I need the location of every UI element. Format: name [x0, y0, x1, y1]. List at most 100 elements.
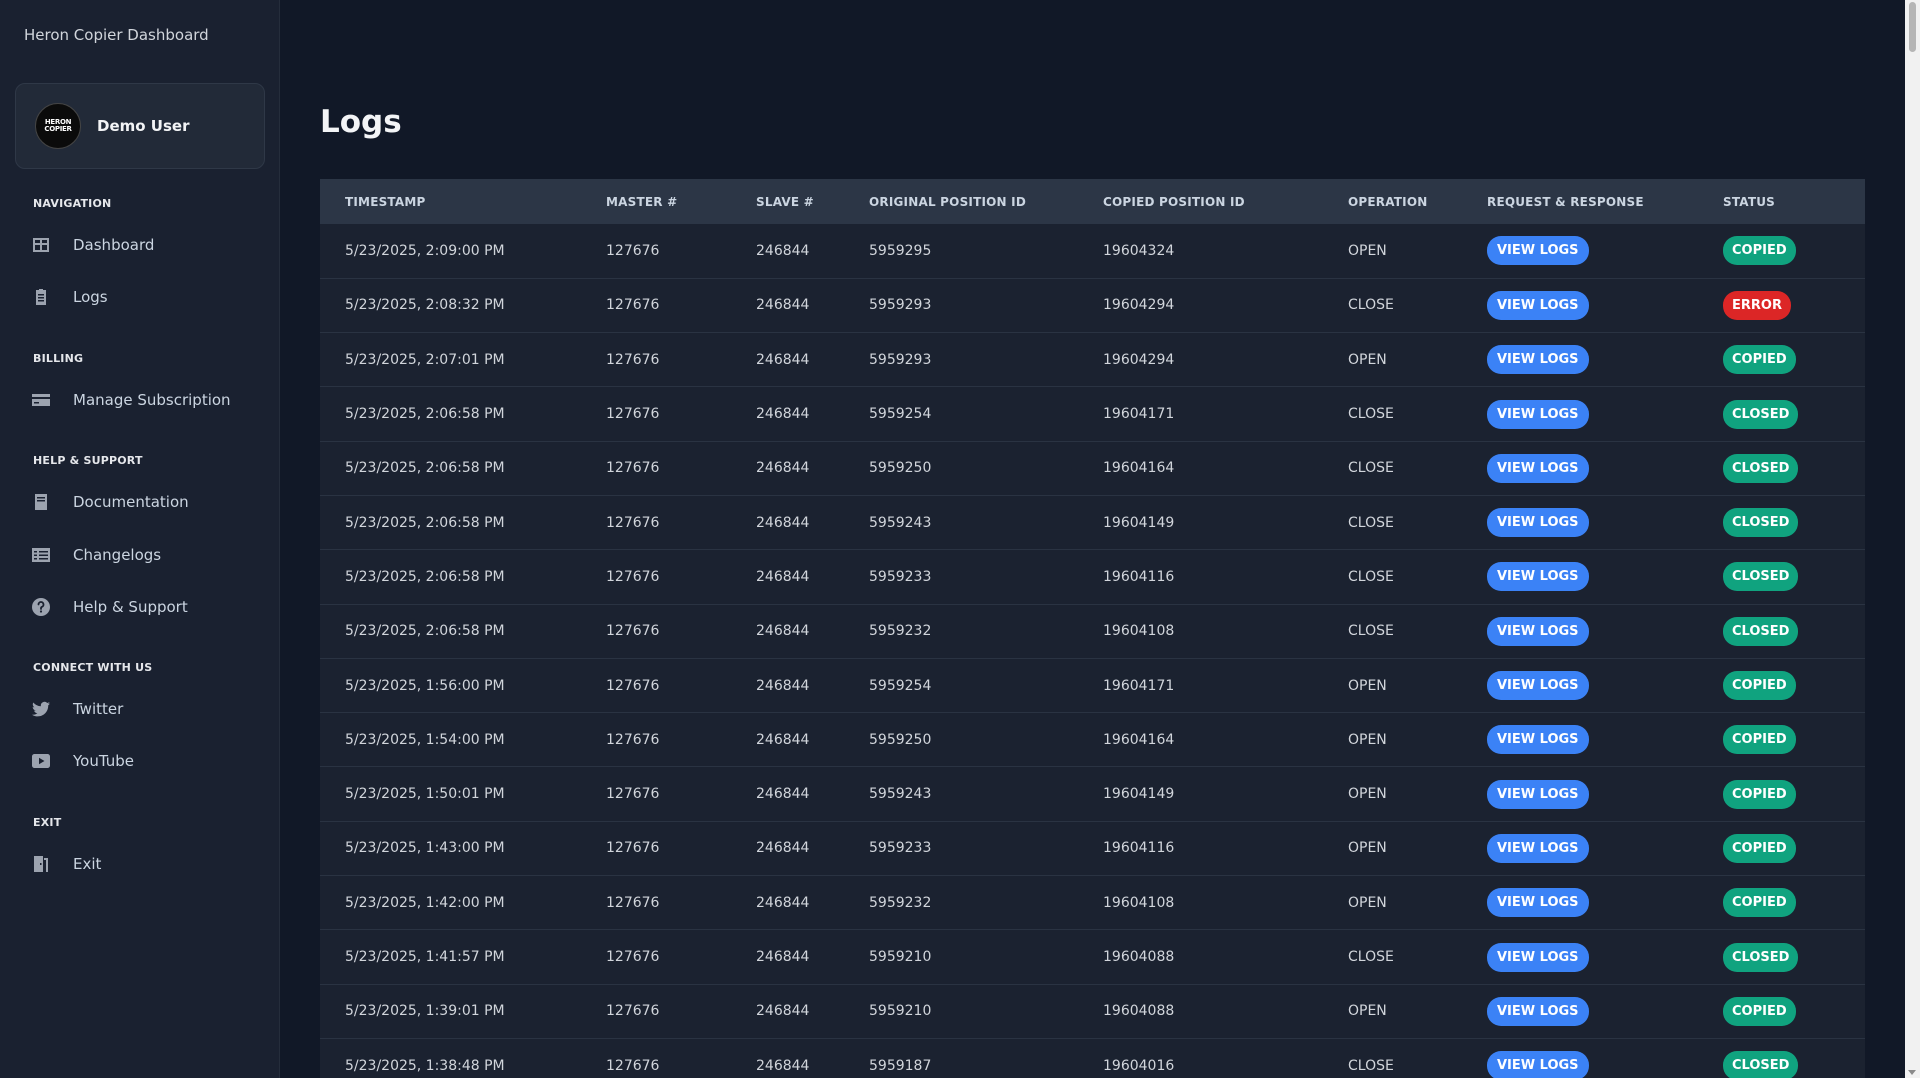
- status-badge: COPIED: [1723, 671, 1796, 701]
- credit-card-icon: [31, 390, 51, 410]
- table-row: 5/23/2025, 2:06:58 PM 127676 246844 5959233…: [320, 550, 1865, 605]
- cell-master: 127676: [606, 1003, 660, 1020]
- status-badge: COPIED: [1723, 236, 1796, 266]
- sidebar-item-help-support[interactable]: Help & Support: [31, 594, 188, 620]
- cell-request-response: VIEW LOGS: [1462, 821, 1698, 875]
- logs-table: TIMESTAMP MASTER # SLAVE # ORIGINAL POSI…: [320, 179, 1865, 1078]
- cell-status: CLOSED: [1698, 495, 1865, 549]
- cell-original-position-id: 5959254: [869, 406, 932, 423]
- sidebar-item-manage-subscription[interactable]: Manage Subscription: [31, 387, 231, 413]
- cell-copied-position-id: 19604171: [1103, 677, 1175, 694]
- view-logs-button[interactable]: VIEW LOGS: [1487, 508, 1589, 538]
- cell-original-position-id: 5959187: [869, 1057, 932, 1074]
- sidebar-item-youtube[interactable]: YouTube: [31, 748, 134, 774]
- youtube-icon: [31, 751, 51, 771]
- sidebar-item-documentation[interactable]: Documentation: [31, 489, 189, 515]
- table-row: 5/23/2025, 2:06:58 PM 127676 246844 5959232…: [320, 604, 1865, 659]
- cell-timestamp: 5/23/2025, 2:06:58 PM: [345, 514, 505, 531]
- table-row: 5/23/2025, 2:06:58 PM 127676 246844 5959254…: [320, 387, 1865, 442]
- cell-master: 127676: [606, 242, 660, 259]
- clipboard-icon: [31, 287, 51, 307]
- sidebar-item-dashboard[interactable]: Dashboard: [31, 232, 154, 258]
- twitter-icon: [31, 699, 51, 719]
- table-header: TIMESTAMP MASTER # SLAVE # ORIGINAL POSI…: [320, 179, 1865, 224]
- column-header-slave[interactable]: SLAVE #: [731, 179, 844, 224]
- column-header-master[interactable]: MASTER #: [581, 179, 731, 224]
- cell-slave: 246844: [756, 623, 810, 640]
- cell-request-response: VIEW LOGS: [1462, 876, 1698, 930]
- view-logs-button[interactable]: VIEW LOGS: [1487, 833, 1589, 863]
- page-scrollbar[interactable]: [1905, 0, 1920, 1078]
- list-icon: [31, 545, 51, 565]
- column-header-request-response[interactable]: REQUEST & RESPONSE: [1462, 179, 1698, 224]
- view-logs-button[interactable]: VIEW LOGS: [1487, 996, 1589, 1026]
- cell-operation: CLOSE: [1348, 949, 1394, 965]
- sidebar-item-label: Changelogs: [73, 546, 162, 564]
- cell-master: 127676: [606, 731, 660, 748]
- cell-request-response: VIEW LOGS: [1462, 767, 1698, 821]
- table-row: 5/23/2025, 2:09:00 PM 127676 246844 5959295…: [320, 224, 1865, 279]
- cell-operation: OPEN: [1348, 894, 1387, 911]
- cell-timestamp: 5/23/2025, 2:06:58 PM: [345, 623, 505, 640]
- view-logs-button[interactable]: VIEW LOGS: [1487, 453, 1589, 483]
- view-logs-button[interactable]: VIEW LOGS: [1487, 888, 1589, 918]
- sidebar-item-twitter[interactable]: Twitter: [31, 696, 123, 722]
- view-logs-button[interactable]: VIEW LOGS: [1487, 236, 1589, 266]
- table-row: 5/23/2025, 2:07:01 PM 127676 246844 5959293…: [320, 333, 1865, 387]
- status-badge: COPIED: [1723, 833, 1796, 863]
- status-badge: CLOSED: [1723, 562, 1799, 592]
- cell-operation: OPEN: [1348, 351, 1387, 368]
- column-header-timestamp[interactable]: TIMESTAMP: [320, 179, 581, 224]
- app-title: Heron Copier Dashboard: [24, 26, 209, 44]
- cell-original-position-id: 5959243: [869, 786, 932, 803]
- sidebar-item-logs[interactable]: Logs: [31, 284, 108, 310]
- cell-operation: OPEN: [1348, 242, 1387, 259]
- view-logs-button[interactable]: VIEW LOGS: [1487, 779, 1589, 809]
- cell-status: CLOSED: [1698, 604, 1865, 658]
- view-logs-button[interactable]: VIEW LOGS: [1487, 1051, 1589, 1078]
- column-header-operation[interactable]: OPERATION: [1323, 179, 1462, 224]
- cell-timestamp: 5/23/2025, 1:50:01 PM: [345, 786, 505, 803]
- cell-operation: OPEN: [1348, 731, 1387, 748]
- sidebar-item-changelogs[interactable]: Changelogs: [31, 542, 161, 568]
- sidebar-item-exit[interactable]: Exit: [31, 851, 101, 877]
- column-header-status[interactable]: STATUS: [1698, 179, 1865, 224]
- avatar: HERON COPIER: [35, 103, 81, 149]
- cell-slave: 246844: [756, 406, 810, 423]
- cell-timestamp: 5/23/2025, 1:38:48 PM: [345, 1057, 505, 1074]
- cell-request-response: VIEW LOGS: [1462, 224, 1698, 278]
- cell-master: 127676: [606, 786, 660, 803]
- user-card[interactable]: HERON COPIER Demo User: [15, 83, 265, 169]
- cell-timestamp: 5/23/2025, 2:09:00 PM: [345, 242, 505, 259]
- cell-request-response: VIEW LOGS: [1462, 333, 1698, 387]
- view-logs-button[interactable]: VIEW LOGS: [1487, 616, 1589, 646]
- section-label-navigation: NAVIGATION: [33, 197, 112, 210]
- cell-copied-position-id: 19604164: [1103, 731, 1175, 748]
- view-logs-button[interactable]: VIEW LOGS: [1487, 345, 1589, 375]
- cell-slave: 246844: [756, 1057, 810, 1074]
- cell-status: CLOSED: [1698, 550, 1865, 604]
- cell-request-response: VIEW LOGS: [1462, 658, 1698, 712]
- cell-copied-position-id: 19604108: [1103, 623, 1175, 640]
- view-logs-button[interactable]: VIEW LOGS: [1487, 290, 1589, 320]
- scrollbar-thumb[interactable]: [1909, 2, 1916, 52]
- table-row: 5/23/2025, 2:08:32 PM 127676 246844 5959293…: [320, 278, 1865, 333]
- scroll-down-arrow-icon[interactable]: [1908, 1070, 1916, 1075]
- cell-copied-position-id: 19604149: [1103, 786, 1175, 803]
- column-header-original-position-id[interactable]: ORIGINAL POSITION ID: [844, 179, 1078, 224]
- cell-status: COPIED: [1698, 333, 1865, 387]
- cell-status: ERROR: [1698, 278, 1865, 332]
- column-header-copied-position-id[interactable]: COPIED POSITION ID: [1078, 179, 1323, 224]
- cell-status: CLOSED: [1698, 387, 1865, 441]
- view-logs-button[interactable]: VIEW LOGS: [1487, 942, 1589, 972]
- cell-request-response: VIEW LOGS: [1462, 278, 1698, 332]
- cell-original-position-id: 5959210: [869, 1003, 932, 1020]
- view-logs-button[interactable]: VIEW LOGS: [1487, 399, 1589, 429]
- view-logs-button[interactable]: VIEW LOGS: [1487, 562, 1589, 592]
- view-logs-button[interactable]: VIEW LOGS: [1487, 671, 1589, 701]
- cell-master: 127676: [606, 840, 660, 857]
- view-logs-button[interactable]: VIEW LOGS: [1487, 725, 1589, 755]
- sidebar: Heron Copier Dashboard HERON COPIER Demo…: [0, 0, 280, 1078]
- status-badge: CLOSED: [1723, 942, 1799, 972]
- sidebar-item-label: Exit: [73, 855, 102, 873]
